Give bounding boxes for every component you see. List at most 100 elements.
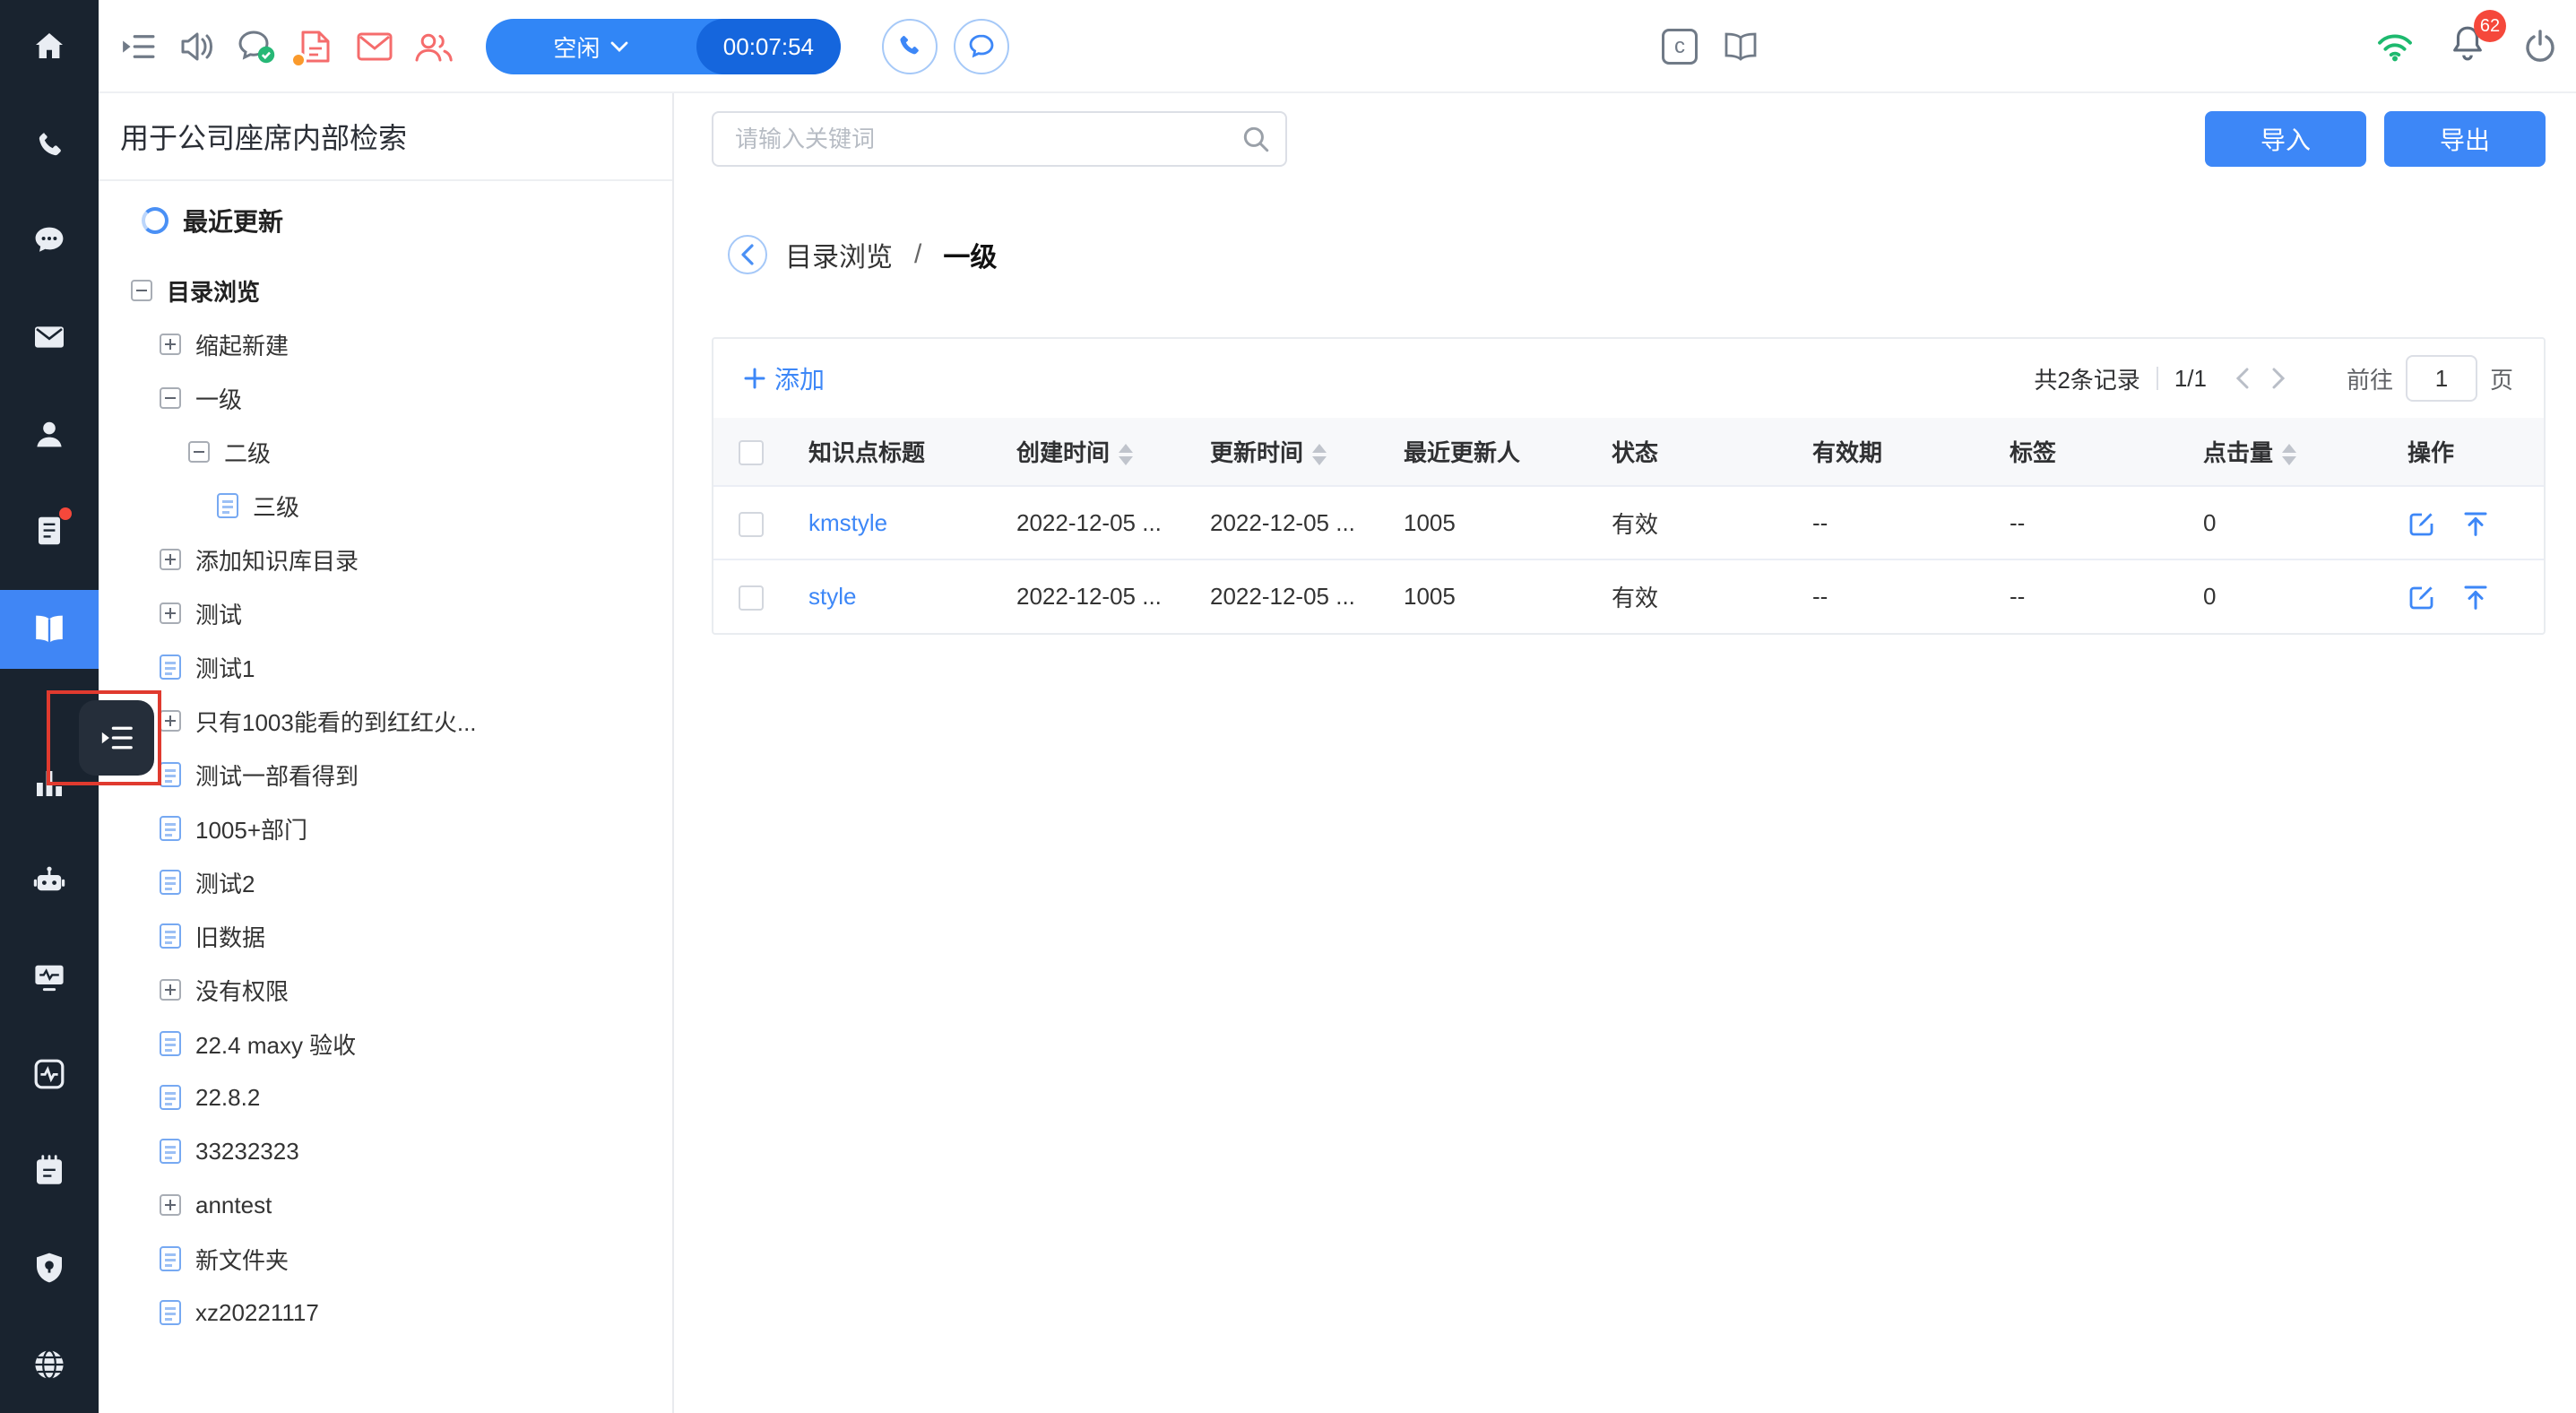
knowledge-title-link[interactable]: style — [808, 583, 856, 610]
plus-square-icon[interactable] — [160, 710, 181, 732]
nav-mail[interactable] — [0, 298, 99, 377]
tree-item[interactable]: 旧数据 — [99, 909, 672, 963]
panel-collapse-toggle[interactable] — [79, 700, 154, 776]
tree-item[interactable]: 测试2 — [99, 855, 672, 909]
edit-icon[interactable] — [2407, 509, 2436, 538]
document-icon[interactable] — [160, 816, 181, 841]
nav-phone[interactable] — [0, 106, 99, 185]
import-button[interactable]: 导入 — [2205, 111, 2366, 167]
minus-square-icon[interactable] — [160, 387, 181, 409]
plus-square-icon[interactable] — [160, 334, 181, 355]
volume-icon[interactable] — [176, 25, 219, 68]
plus-square-icon[interactable] — [160, 602, 181, 624]
search-input[interactable] — [712, 111, 1287, 167]
collapse-menu-icon[interactable] — [117, 25, 160, 68]
breadcrumb-parent[interactable]: 目录浏览 — [785, 235, 893, 274]
next-page-button[interactable] — [2260, 360, 2296, 396]
nav-home[interactable] — [0, 7, 99, 86]
minus-square-icon[interactable] — [188, 441, 210, 463]
mail-icon — [31, 319, 67, 355]
edit-icon[interactable] — [2407, 583, 2436, 611]
tree-item[interactable]: 1005+部门 — [99, 802, 672, 855]
row-checkbox[interactable] — [739, 512, 764, 537]
plus-square-icon[interactable] — [160, 1194, 181, 1216]
row-checkbox[interactable] — [739, 585, 764, 611]
plus-square-icon[interactable] — [160, 979, 181, 1001]
document-icon[interactable] — [160, 654, 181, 680]
document-icon[interactable] — [160, 1300, 181, 1325]
knowledge-title-link[interactable]: kmstyle — [808, 509, 887, 536]
team-icon[interactable] — [412, 25, 455, 68]
call-button[interactable] — [882, 19, 938, 74]
nav-chat[interactable] — [0, 201, 99, 280]
tree-item-label: 22.8.2 — [195, 1084, 260, 1112]
tree-item[interactable]: 22.4 maxy 验收 — [99, 1017, 672, 1071]
knowledge-base-icon — [31, 611, 67, 647]
nav-robot[interactable] — [0, 841, 99, 920]
tree-item[interactable]: 添加知识库目录 — [99, 533, 672, 586]
mail-unread-icon[interactable] — [353, 25, 396, 68]
nav-notes[interactable] — [0, 1131, 99, 1210]
plus-square-icon[interactable] — [160, 549, 181, 570]
chat-verified-icon[interactable] — [235, 25, 278, 68]
robot-icon — [31, 863, 67, 898]
tree-item[interactable]: 测试 — [99, 586, 672, 640]
nav-contacts[interactable] — [0, 394, 99, 473]
c-box-icon[interactable]: c — [1662, 29, 1698, 65]
document-icon[interactable] — [160, 1085, 181, 1110]
export-button[interactable]: 导出 — [2384, 111, 2546, 167]
search-icon[interactable] — [1240, 124, 1271, 161]
tree-item[interactable]: 缩起新建 — [99, 317, 672, 371]
document-icon[interactable] — [160, 870, 181, 895]
goto-page-input[interactable] — [2406, 355, 2477, 402]
file-alert-icon[interactable] — [294, 25, 337, 68]
pin-top-icon[interactable] — [2461, 509, 2490, 538]
document-icon[interactable] — [217, 493, 238, 518]
tree-item[interactable]: 一级 — [99, 371, 672, 425]
sort-created-control[interactable] — [1119, 444, 1133, 465]
nav-network[interactable] — [0, 1325, 99, 1404]
tags-cell: -- — [1995, 486, 2189, 559]
tree-item[interactable]: 新文件夹 — [99, 1232, 672, 1286]
agent-status-pill[interactable]: 空闲 00:07:54 — [486, 19, 841, 74]
recent-updates-item[interactable]: 最近更新 — [99, 181, 672, 260]
nav-tasks[interactable] — [0, 491, 99, 570]
back-button[interactable] — [728, 235, 767, 274]
nav-knowledge-base[interactable] — [0, 590, 99, 669]
notifications-button[interactable]: 62 — [2449, 24, 2486, 69]
document-icon[interactable] — [160, 1246, 181, 1271]
nav-security[interactable] — [0, 1228, 99, 1307]
document-icon[interactable] — [160, 1031, 181, 1056]
tree-item-label: 测试 — [195, 597, 242, 630]
tree-item[interactable]: 二级 — [99, 425, 672, 479]
tree-item[interactable]: 没有权限 — [99, 963, 672, 1017]
add-button[interactable]: 添加 — [744, 360, 825, 396]
tree-item[interactable]: 三级 — [99, 479, 672, 533]
tree-item[interactable]: xz20221117 — [99, 1286, 672, 1339]
wifi-icon[interactable] — [2373, 25, 2416, 68]
tree-item[interactable]: anntest — [99, 1178, 672, 1232]
document-icon[interactable] — [160, 762, 181, 787]
select-all-checkbox[interactable] — [739, 440, 764, 465]
minus-square-icon[interactable] — [131, 280, 152, 301]
tree-item[interactable]: 目录浏览 — [99, 264, 672, 317]
prev-page-button[interactable] — [2225, 360, 2260, 396]
tree-item[interactable]: 测试1 — [99, 640, 672, 694]
pin-top-icon[interactable] — [2461, 583, 2490, 611]
sort-updated-control[interactable] — [1312, 444, 1327, 465]
tree-item[interactable]: 只有1003能看的到红红火... — [99, 694, 672, 748]
tree-item[interactable]: 33232323 — [99, 1124, 672, 1178]
power-icon[interactable] — [2519, 25, 2562, 68]
tree-item[interactable]: 22.8.2 — [99, 1071, 672, 1124]
document-icon[interactable] — [160, 923, 181, 949]
agent-status[interactable]: 空闲 — [486, 30, 696, 64]
sort-clicks-control[interactable] — [2282, 444, 2296, 465]
nav-health[interactable] — [0, 1035, 99, 1114]
nav-monitor[interactable] — [0, 938, 99, 1017]
tree-item[interactable]: 测试一部看得到 — [99, 748, 672, 802]
document-icon[interactable] — [160, 1139, 181, 1164]
reading-book-icon[interactable] — [1719, 25, 1762, 68]
message-button[interactable] — [954, 19, 1009, 74]
notes-icon — [31, 1153, 67, 1189]
column-header-updated: 更新时间 — [1210, 439, 1303, 466]
